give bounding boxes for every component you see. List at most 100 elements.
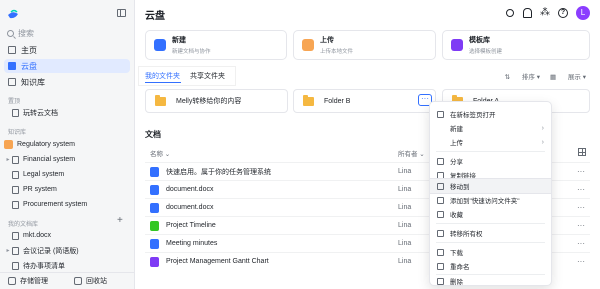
- column-owner[interactable]: 所有者 ⌄: [398, 148, 425, 158]
- grid-view-icon[interactable]: [578, 148, 586, 156]
- transfer-icon: [437, 229, 444, 237]
- row-more-icon[interactable]: ···: [577, 221, 585, 230]
- upload-card[interactable]: 上传 上传本地文件: [293, 30, 436, 60]
- column-name-label: 名称: [150, 151, 163, 158]
- row-owner: Lina: [398, 186, 412, 193]
- menu-label: 添加到"快速访问文件夹": [450, 198, 520, 205]
- gantt-icon: [150, 256, 159, 267]
- tab-my-folders[interactable]: 我的文件夹: [145, 71, 180, 81]
- row-more-icon[interactable]: ···: [577, 203, 585, 212]
- card-desc: 上传本地文件: [320, 49, 354, 55]
- nav-item-wiki[interactable]: 知识库: [4, 75, 130, 89]
- context-menu: 在新标签页打开 新建 › 上传 › 分享 复制链接 移动到 添加到"快速访问文件…: [429, 101, 552, 286]
- menu-item-download[interactable]: 下载: [430, 245, 551, 259]
- row-owner: Lina: [398, 168, 412, 175]
- row-more-icon[interactable]: ···: [577, 185, 585, 194]
- tab-shared-folders[interactable]: 共享文件夹: [190, 71, 225, 81]
- kb-item-procurement[interactable]: Procurement system: [4, 198, 130, 211]
- connect-icon[interactable]: ⁂: [540, 8, 550, 18]
- menu-item-transfer-ownership[interactable]: 转移所有权: [430, 226, 551, 240]
- menu-item-move-to[interactable]: 移动到: [429, 178, 552, 194]
- row-name: 快速启用。属于你的任务管理系统: [166, 168, 271, 176]
- wiki-space-icon: [4, 140, 13, 149]
- kb-item-label: Legal system: [23, 171, 65, 178]
- doc-icon: [12, 170, 19, 179]
- page-title: 云盘: [145, 11, 165, 22]
- kb-item-label: Financial system: [23, 156, 76, 163]
- menu-item-add-quick-access[interactable]: 添加到"快速访问文件夹": [430, 193, 551, 207]
- doc-icon: [12, 155, 19, 164]
- my-doc-item[interactable]: ▸ 会议记录 (简语版): [4, 244, 130, 257]
- card-title: 模板库: [469, 37, 490, 44]
- menu-label: 删除: [450, 279, 463, 286]
- row-owner: Lina: [398, 222, 412, 229]
- row-name: document.docx: [166, 186, 214, 193]
- folder-icon: [303, 94, 314, 106]
- doc-icon: [12, 200, 19, 209]
- menu-label: 在新标签页打开: [450, 112, 496, 119]
- recycle-bin-button[interactable]: 回收站: [74, 276, 107, 286]
- doc-icon: [12, 185, 19, 194]
- app-logo-icon: [8, 9, 18, 19]
- sidebar-bottom-bar: 存储管理 回收站: [0, 272, 135, 289]
- kb-item-pr[interactable]: PR system: [4, 183, 130, 196]
- expand-arrow-icon[interactable]: ▸: [4, 247, 12, 254]
- card-title: 上传: [320, 37, 334, 44]
- search-icon[interactable]: [506, 9, 514, 17]
- drive-icon: [8, 62, 16, 70]
- add-icon[interactable]: +: [117, 215, 123, 226]
- menu-item-upload[interactable]: 上传 ›: [430, 135, 551, 149]
- nav-item-home[interactable]: 主页: [4, 43, 130, 57]
- menu-item-new[interactable]: 新建 ›: [430, 121, 551, 135]
- row-owner: Lina: [398, 240, 412, 247]
- pinned-item[interactable]: 玩转云文档: [4, 106, 130, 119]
- row-more-icon[interactable]: ···: [577, 239, 585, 248]
- template-card[interactable]: 模板库 选择模板创建: [442, 30, 590, 60]
- my-doc-item[interactable]: 待办事项清单: [4, 259, 130, 272]
- nav-item-drive[interactable]: 云盘: [4, 59, 130, 73]
- my-doc-label: mkt.docx: [23, 232, 52, 239]
- upload-icon: [302, 39, 314, 51]
- menu-item-open-new-tab[interactable]: 在新标签页打开: [430, 107, 551, 121]
- menu-item-delete[interactable]: 删除: [430, 274, 551, 288]
- collapse-sidebar-icon[interactable]: [117, 9, 126, 17]
- column-owner-label: 所有者: [398, 151, 418, 158]
- menu-item-share[interactable]: 分享: [430, 154, 551, 168]
- menu-item-rename[interactable]: 重命名: [430, 259, 551, 273]
- kb-item-legal[interactable]: Legal system: [4, 168, 130, 181]
- new-card[interactable]: 新建 新建文档与协作: [145, 30, 287, 60]
- view-button[interactable]: ▦ 展示 ▾: [550, 71, 586, 81]
- nav-label: 知识库: [21, 77, 45, 87]
- menu-label: 下载: [450, 250, 463, 257]
- recycle-label: 回收站: [86, 278, 107, 285]
- folder-card[interactable]: Melly转移给你的内容: [145, 89, 288, 113]
- chevron-right-icon: ›: [541, 138, 544, 146]
- row-more-icon[interactable]: ···: [577, 167, 585, 176]
- sort-button[interactable]: ⇅ 排序 ▾: [505, 71, 540, 81]
- home-icon: [8, 46, 16, 54]
- row-name: document.docx: [166, 204, 214, 211]
- card-desc: 选择模板创建: [469, 49, 503, 55]
- menu-item-favorite[interactable]: 收藏: [430, 207, 551, 221]
- storage-button[interactable]: 存储管理: [8, 276, 48, 286]
- folder-card[interactable]: Folder B: [293, 89, 436, 113]
- template-icon: [451, 39, 463, 51]
- my-doc-item[interactable]: mkt.docx: [4, 229, 130, 242]
- expand-arrow-icon[interactable]: ▸: [4, 156, 12, 163]
- kb-item-financial[interactable]: ▸ Financial system: [4, 153, 130, 166]
- help-icon[interactable]: ?: [558, 8, 568, 18]
- row-more-icon[interactable]: ···: [577, 257, 585, 266]
- folder-name: Folder B: [324, 97, 351, 105]
- kb-item-label: Regulatory system: [17, 141, 75, 148]
- my-doc-label: 会议记录 (简语版): [23, 247, 79, 255]
- section-wiki: 知识库: [8, 130, 27, 136]
- column-name[interactable]: 名称 ⌄: [150, 148, 170, 158]
- kb-item-regulatory[interactable]: Regulatory system: [4, 138, 130, 151]
- sidebar-search[interactable]: 搜索: [7, 27, 128, 40]
- search-icon: [7, 30, 14, 37]
- bell-icon[interactable]: [522, 8, 532, 18]
- menu-label: 转移所有权: [450, 231, 483, 238]
- docs-section-title: 文档: [145, 130, 161, 139]
- view-label: 展示: [567, 74, 581, 81]
- avatar[interactable]: L: [576, 6, 590, 20]
